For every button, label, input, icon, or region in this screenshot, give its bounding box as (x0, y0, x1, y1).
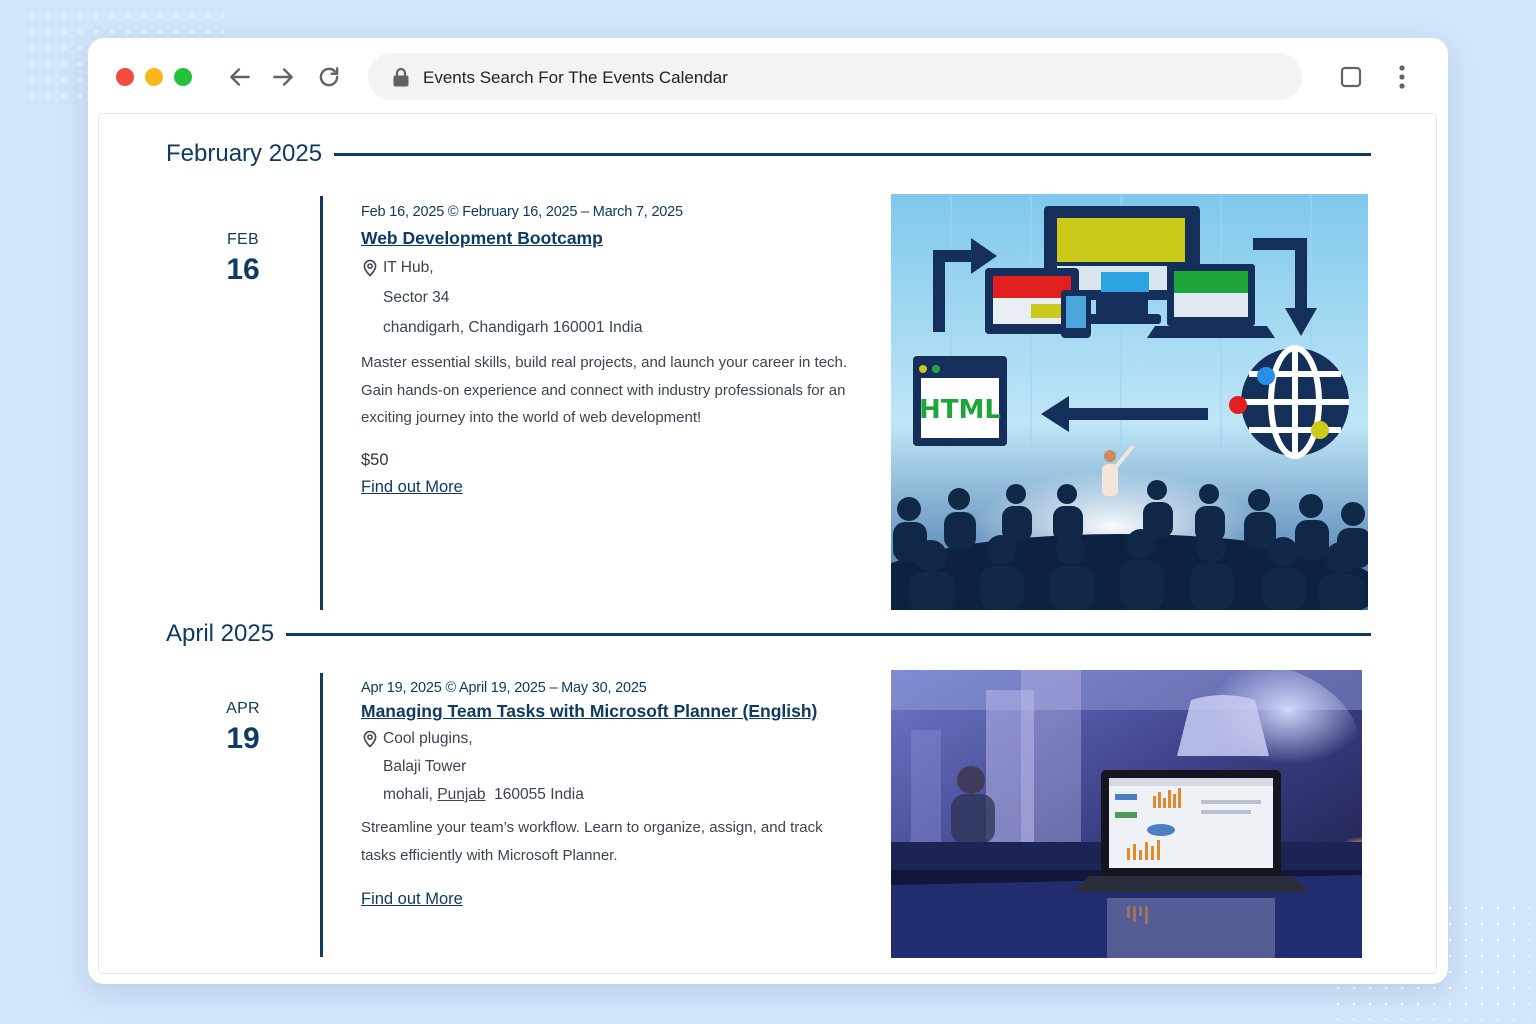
location-pin-icon (363, 730, 377, 748)
event-details: Apr 19, 2025 © April 19, 2025 – May 30, … (361, 680, 861, 909)
event-month-abbr: APR (226, 700, 260, 717)
venue-region: Chandigarh (468, 319, 549, 336)
venue-name: IT Hub, (383, 259, 434, 276)
month-divider-line (286, 632, 1371, 636)
venue-street: Sector 34 (383, 289, 450, 306)
venue-city: mohali, (383, 786, 433, 803)
address-bar[interactable]: Events Search For The Events Calendar (368, 53, 1302, 100)
event-date-tag: APR 19 (198, 700, 288, 756)
venue-city: chandigarh, (383, 319, 465, 336)
event-datetime: Feb 16, 2025 © February 16, 2025 – March… (361, 204, 683, 220)
event-description-line: exciting journey into the world of web d… (361, 409, 702, 426)
browser-toolbar: Events Search For The Events Calendar (88, 38, 1448, 114)
kebab-menu-icon[interactable] (1390, 63, 1414, 91)
event-cost: $50 (361, 450, 389, 469)
month-label: February 2025 (166, 140, 323, 167)
month-separator: February 2025 (166, 134, 1371, 174)
location-pin-icon (363, 259, 377, 277)
forward-arrow-icon[interactable] (268, 62, 298, 92)
close-window-button[interactable] (116, 68, 134, 86)
event-day-number: 19 (226, 722, 260, 755)
event-datetime: Apr 19, 2025 © April 19, 2025 – May 30, … (361, 680, 647, 696)
event-date-tag: FEB 16 (198, 231, 288, 287)
venue-zip-country: 160001 India (552, 319, 643, 336)
event-description: Streamline your team’s workflow. Learn t… (361, 814, 861, 869)
venue-name: Cool plugins, (383, 730, 473, 747)
event-description-line: tasks efficiently with Microsoft Planner… (361, 846, 618, 864)
reload-icon[interactable] (314, 62, 344, 92)
venue-zip-country: 160055 India (494, 786, 584, 803)
venue-street: Balaji Tower (383, 758, 467, 775)
event-description-line: Master essential skills, build real proj… (361, 354, 848, 371)
month-label: April 2025 (166, 620, 275, 647)
tab-icon[interactable] (1339, 65, 1363, 89)
event-venue: Cool plugins, Balaji Tower mohali, Punja… (361, 728, 861, 812)
event-month-abbr: FEB (226, 231, 260, 248)
event-divider-line (320, 673, 323, 957)
event-title-link[interactable]: Web Development Bootcamp (361, 228, 603, 249)
html-label: HTML (919, 395, 1001, 425)
month-divider-line (334, 152, 1371, 156)
event-description-line: Gain hands-on experience and connect wit… (361, 381, 846, 399)
month-separator: April 2025 (166, 614, 1371, 654)
find-out-more-link[interactable]: Find out More (361, 890, 463, 909)
event-details: Feb 16, 2025 © February 16, 2025 – March… (361, 204, 861, 497)
address-bar-text: Events Search For The Events Calendar (423, 68, 728, 87)
event-description-line: Streamline your team’s workflow. Learn t… (361, 819, 823, 836)
browser-window: Events Search For The Events Calendar Fe… (88, 38, 1448, 984)
venue-region[interactable]: Punjab (437, 786, 485, 803)
event-featured-image[interactable]: HTML (891, 194, 1368, 610)
maximize-window-button[interactable] (174, 68, 192, 86)
event-title-link[interactable]: Managing Team Tasks with Microsoft Plann… (361, 701, 817, 722)
lock-icon (393, 67, 409, 87)
event-day-number: 16 (226, 253, 260, 286)
find-out-more-link[interactable]: Find out More (361, 478, 463, 497)
minimize-window-button[interactable] (145, 68, 163, 86)
event-description: Master essential skills, build real proj… (361, 349, 861, 432)
event-featured-image[interactable] (891, 670, 1362, 958)
event-venue: IT Hub, Sector 34 chandigarh, Chandigarh… (361, 257, 861, 347)
events-list: February 2025 FEB 16 Feb 16, 2025 © Febr… (98, 113, 1437, 974)
event-divider-line (320, 196, 323, 610)
back-arrow-icon[interactable] (225, 62, 255, 92)
